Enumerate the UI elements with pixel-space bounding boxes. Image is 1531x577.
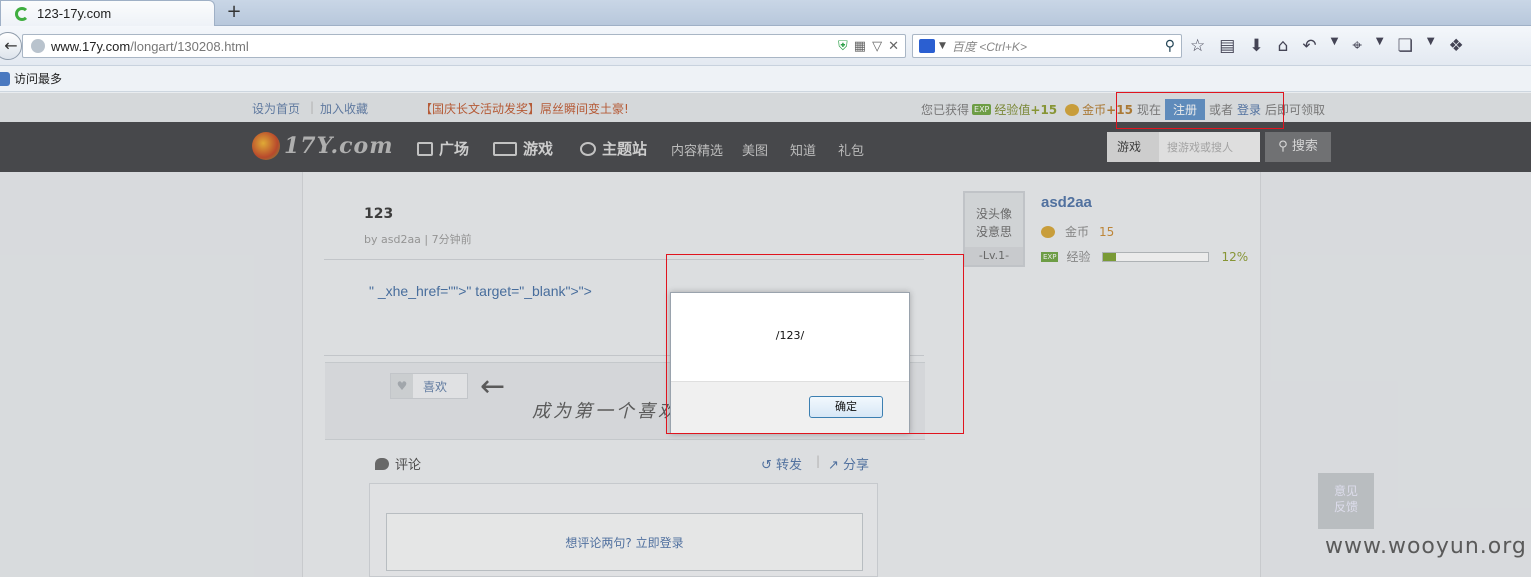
- search-bar[interactable]: ▼ 百度 <Ctrl+K> ⚲: [912, 34, 1182, 58]
- crop-icon[interactable]: ⌖: [1352, 36, 1362, 56]
- bookmarks-bar: 访问最多: [0, 66, 1531, 92]
- navigation-toolbar: ← www.17y.com/longart/130208.html ⛨ ▦ ▽ …: [0, 26, 1531, 66]
- home-icon[interactable]: ⌂: [1278, 36, 1289, 56]
- chevron-down-icon[interactable]: ▼: [1427, 36, 1435, 56]
- chevron-down-icon[interactable]: ▼: [1331, 36, 1339, 56]
- dropdown-icon[interactable]: ▽: [872, 39, 882, 54]
- reader-icon[interactable]: ▤: [1219, 36, 1235, 56]
- loading-icon: [15, 6, 29, 21]
- shield-icon[interactable]: ⛨: [838, 39, 848, 54]
- qrcode-icon[interactable]: ▦: [854, 39, 866, 54]
- url-icons: ⛨ ▦ ▽ ✕: [838, 39, 899, 54]
- tab-strip: 123-17y.com +: [0, 0, 1531, 26]
- chevron-down-icon[interactable]: ▼: [1376, 36, 1384, 56]
- search-input[interactable]: 百度 <Ctrl+K>: [952, 38, 1165, 55]
- tab-title: 123-17y.com: [37, 6, 112, 21]
- download-icon[interactable]: ⬇: [1249, 36, 1263, 56]
- close-icon[interactable]: ✕: [888, 39, 899, 54]
- url-text[interactable]: www.17y.com/longart/130208.html: [51, 39, 838, 54]
- pages-icon[interactable]: ❏: [1398, 36, 1413, 56]
- engine-dropdown-icon[interactable]: ▼: [939, 41, 946, 51]
- new-tab-button[interactable]: +: [225, 3, 243, 21]
- tools-icon[interactable]: ❖: [1449, 36, 1464, 56]
- toolbar-icons: ☆ ▤ ⬇ ⌂ ↶ ▼ ⌖ ▼ ❏ ▼ ❖: [1190, 36, 1464, 56]
- undo-icon[interactable]: ↶: [1302, 36, 1316, 56]
- globe-icon: [31, 39, 45, 53]
- bookmark-icon: [0, 71, 10, 86]
- search-icon[interactable]: ⚲: [1165, 38, 1175, 54]
- back-button[interactable]: ←: [0, 32, 22, 60]
- star-icon[interactable]: ☆: [1190, 36, 1205, 56]
- baidu-icon[interactable]: [919, 39, 935, 53]
- highlight-box-register: [1116, 92, 1284, 129]
- browser-tab[interactable]: 123-17y.com: [0, 0, 215, 26]
- address-bar[interactable]: www.17y.com/longart/130208.html ⛨ ▦ ▽ ✕: [22, 34, 906, 58]
- highlight-box-dialog: [666, 254, 964, 434]
- bookmark-most-visited[interactable]: 访问最多: [14, 70, 62, 87]
